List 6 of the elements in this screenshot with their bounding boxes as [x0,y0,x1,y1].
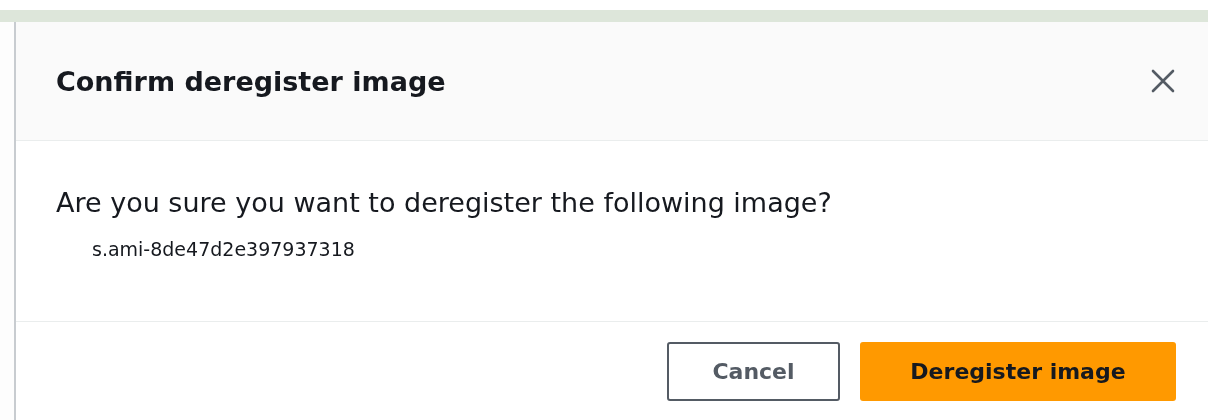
dialog-title: Confirm deregister image [56,65,446,97]
deregister-button[interactable]: Deregister image [860,342,1176,401]
confirmation-message: Are you sure you want to deregister the following image? [56,187,833,218]
image-id: s.ami-8de47d2e397937318 [92,238,356,260]
close-icon [1150,68,1176,94]
cancel-button[interactable]: Cancel [667,342,840,401]
